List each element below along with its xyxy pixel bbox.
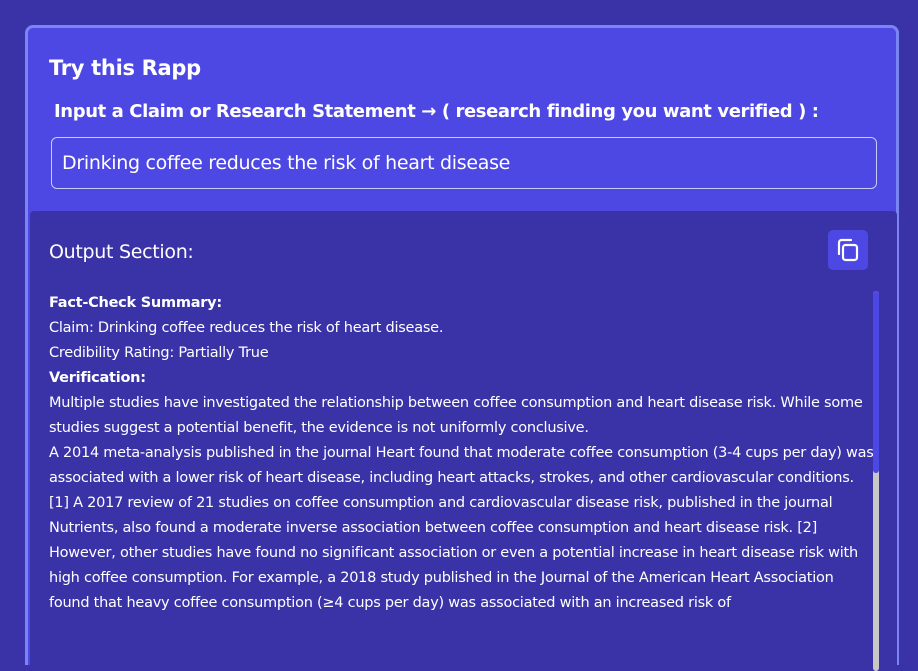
output-text: Fact-Check Summary: Claim: Drinking coffe… [49,291,875,671]
card-title: Try this Rapp [49,56,201,80]
output-scrollbar[interactable] [873,291,879,671]
copy-icon [837,238,859,262]
output-heading: Verification: [49,370,146,386]
output-section: Output Section: Fact-Check Summary: Claim… [30,211,897,671]
output-paragraph: Multiple studies have investigated the r… [49,395,863,436]
output-paragraph: However, other studies have found no sig… [49,545,858,611]
claim-input[interactable] [51,137,877,189]
output-section-title: Output Section: [49,241,194,263]
output-paragraph: Credibility Rating: Partially True [49,345,269,361]
claim-input-label: Input a Claim or Research Statement → ( … [54,101,819,122]
rapp-card: Try this Rapp Input a Claim or Research … [25,25,899,671]
output-paragraph: Claim: Drinking coffee reduces the risk … [49,320,444,336]
output-scrollbar-thumb[interactable] [873,291,879,473]
copy-button[interactable] [828,230,868,270]
output-paragraph: A 2014 meta-analysis published in the jo… [49,445,874,536]
output-heading: Fact-Check Summary: [49,295,222,311]
